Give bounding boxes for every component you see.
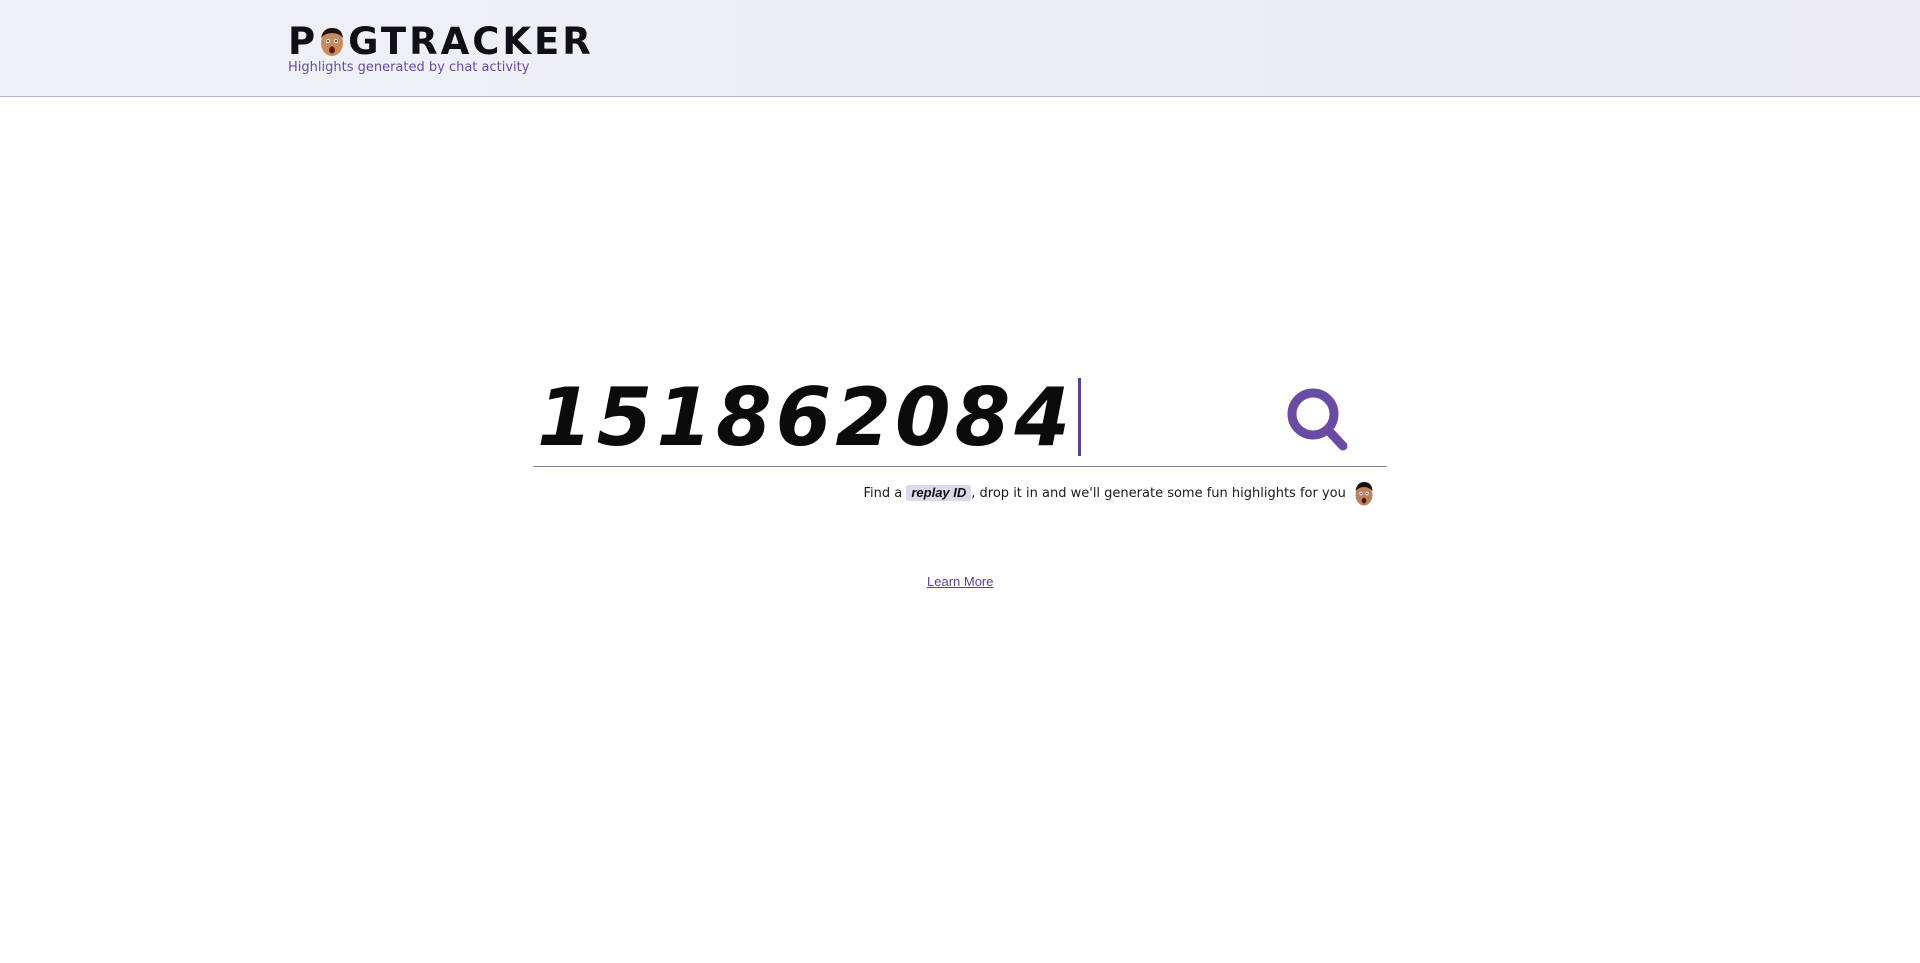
pog-face-icon <box>1355 481 1373 505</box>
search-hint: Find a replay ID, drop it in and we'll g… <box>533 480 1374 508</box>
text-caret <box>1077 378 1081 456</box>
logo-suffix: GTRACKER <box>348 20 594 63</box>
hint-text-after: , drop it in and we'll generate some fun… <box>971 486 1346 501</box>
brand[interactable]: P GTRACKER Highlights generated by chat … <box>288 18 594 75</box>
replay-id-input[interactable] <box>533 370 1277 466</box>
pog-face-icon <box>321 28 344 56</box>
site-header: P GTRACKER Highlights generated by chat … <box>0 0 1920 97</box>
logo-prefix: P <box>288 20 319 63</box>
search-bar <box>533 370 1387 467</box>
search-button[interactable] <box>1283 386 1359 456</box>
search-icon <box>1287 388 1348 451</box>
logo[interactable]: P GTRACKER <box>288 18 594 66</box>
replay-id-highlight: replay ID <box>906 485 972 501</box>
hint-text-before: Find a <box>863 486 907 501</box>
learn-more-link[interactable]: Learn More <box>927 574 993 589</box>
